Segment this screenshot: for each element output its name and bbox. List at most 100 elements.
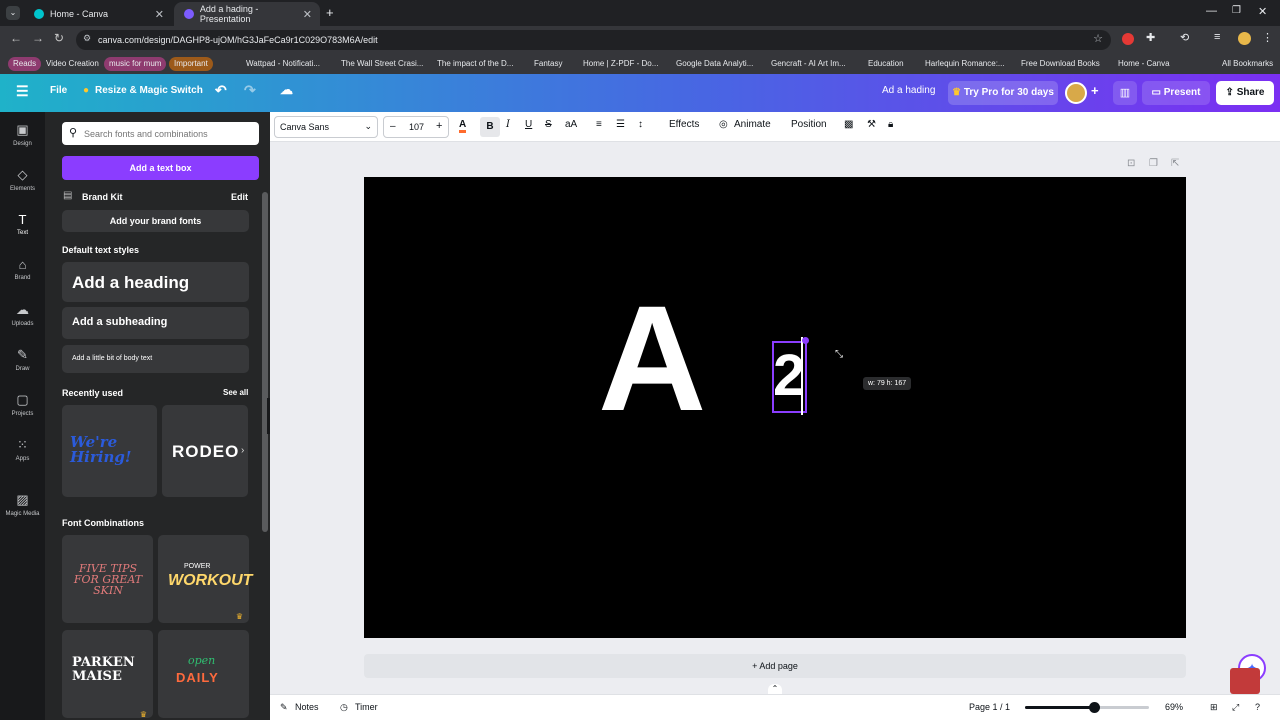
add-text-box-button[interactable]: Add a text box bbox=[62, 156, 259, 180]
browser-tab-presentation[interactable]: Add a hading - Presentation ✕ bbox=[174, 2, 320, 26]
font-size-stepper[interactable]: – 107 + bbox=[383, 116, 449, 138]
menu-icon[interactable]: ☰ bbox=[16, 83, 29, 100]
rail-uploads[interactable]: ☁ Uploads bbox=[0, 302, 45, 327]
redo-icon[interactable]: ↷ bbox=[244, 82, 256, 99]
rail-draw[interactable]: ✎ Draw bbox=[0, 347, 45, 372]
see-all-link[interactable]: See all bbox=[223, 388, 248, 397]
combo-parken[interactable]: PARKEN MAISE ♛ bbox=[62, 630, 153, 719]
zoom-slider-handle[interactable] bbox=[1089, 702, 1101, 713]
strikethrough-icon[interactable]: S bbox=[545, 119, 552, 130]
font-search-input[interactable] bbox=[84, 125, 254, 142]
forward-icon[interactable]: → bbox=[32, 31, 44, 45]
combo-open-daily[interactable]: open DAILY bbox=[158, 630, 249, 718]
font-family-dropdown[interactable]: Canva Sans ⌄ bbox=[274, 116, 378, 138]
rail-projects[interactable]: ▢ Projects bbox=[0, 392, 45, 417]
restore-icon[interactable]: ❐ bbox=[1232, 5, 1241, 16]
close-tab-icon[interactable]: ✕ bbox=[155, 8, 164, 21]
list-icon[interactable]: ☰ bbox=[616, 119, 625, 130]
resize-handle[interactable] bbox=[802, 337, 809, 344]
underline-icon[interactable]: U bbox=[525, 119, 532, 130]
letter-case-icon[interactable]: aA bbox=[565, 119, 577, 130]
insights-icon[interactable]: ▥ bbox=[1113, 81, 1137, 105]
new-tab-icon[interactable]: + bbox=[326, 5, 334, 20]
bookmark-star-icon[interactable]: ☆ bbox=[1093, 32, 1103, 45]
animate-button[interactable]: Animate bbox=[734, 119, 771, 130]
invite-icon[interactable]: + bbox=[1091, 83, 1099, 98]
bookmark-item[interactable]: Reads bbox=[8, 57, 42, 71]
resize-button[interactable]: Resize & Magic Switch bbox=[95, 85, 203, 96]
animate-icon[interactable]: ◎ bbox=[719, 119, 728, 130]
bookmark-item[interactable]: music for mum bbox=[104, 57, 167, 71]
position-button[interactable]: Position bbox=[791, 119, 827, 130]
bookmark-item[interactable]: Education bbox=[868, 57, 904, 71]
show-pages-chevron-icon[interactable]: ⌃ bbox=[768, 684, 782, 694]
bookmark-item[interactable]: Wattpad - Notificati... bbox=[246, 57, 320, 71]
page-lock-icon[interactable]: ⊡ bbox=[1127, 158, 1135, 169]
extensions-icon[interactable]: ✚ bbox=[1146, 31, 1155, 44]
add-body-text-button[interactable]: Add a little bit of body text bbox=[62, 345, 249, 373]
all-bookmarks[interactable]: All Bookmarks bbox=[1222, 57, 1273, 71]
bookmark-item[interactable]: Important bbox=[169, 57, 213, 71]
font-search-box[interactable]: ⚲ bbox=[62, 122, 259, 145]
lock-icon[interactable]: 🔒︎ bbox=[888, 119, 893, 130]
bookmark-item[interactable]: Home - Canva bbox=[1118, 57, 1170, 71]
tab-search-icon[interactable]: ⌄ bbox=[6, 6, 20, 20]
page-add-icon[interactable]: ⇱ bbox=[1171, 158, 1179, 169]
profile-avatar[interactable] bbox=[1238, 32, 1251, 45]
rail-brand[interactable]: ⌂ Brand bbox=[0, 257, 45, 281]
document-title[interactable]: Ad a hading bbox=[882, 85, 935, 96]
recent-font-hiring[interactable]: We're Hiring! bbox=[62, 405, 157, 497]
increase-size-icon[interactable]: + bbox=[436, 120, 442, 132]
undo-icon[interactable]: ↶ bbox=[215, 82, 227, 99]
bookmark-item[interactable]: Harlequin Romance:... bbox=[925, 57, 1005, 71]
notes-button[interactable]: Notes bbox=[295, 702, 319, 712]
rail-apps[interactable]: ⁙ Apps bbox=[0, 437, 45, 462]
paint-format-icon[interactable]: ⚒ bbox=[867, 119, 876, 130]
text-color-icon[interactable]: A bbox=[459, 119, 467, 133]
reload-icon[interactable]: ↻ bbox=[54, 31, 64, 45]
file-menu[interactable]: File bbox=[50, 85, 67, 96]
back-icon[interactable]: ← bbox=[10, 31, 22, 45]
minimize-icon[interactable]: — bbox=[1206, 5, 1217, 17]
fullscreen-icon[interactable]: ⤢ bbox=[1232, 702, 1239, 713]
timer-button[interactable]: Timer bbox=[355, 702, 378, 712]
share-button[interactable]: ⇪ Share bbox=[1216, 81, 1274, 105]
notes-icon[interactable]: ✎ bbox=[280, 702, 288, 713]
bookmark-item[interactable]: Google Data Analyti... bbox=[676, 57, 753, 71]
adblock-icon[interactable] bbox=[1122, 33, 1134, 45]
browser-tab-home[interactable]: Home - Canva ✕ bbox=[24, 2, 172, 26]
bookmark-item[interactable]: The impact of the D... bbox=[437, 57, 513, 71]
zoom-slider[interactable] bbox=[1025, 702, 1149, 713]
bookmark-item[interactable]: The Wall Street Crasi... bbox=[341, 57, 423, 71]
rail-text[interactable]: T Text bbox=[0, 212, 45, 236]
zoom-level[interactable]: 69% bbox=[1165, 702, 1183, 712]
cloud-save-icon[interactable]: ☁ bbox=[280, 82, 293, 98]
effects-button[interactable]: Effects bbox=[669, 119, 699, 130]
bookmark-item[interactable]: Gencraft - AI Art Im... bbox=[771, 57, 846, 71]
add-heading-button[interactable]: Add a heading bbox=[62, 262, 249, 302]
bookmark-item[interactable]: Free Download Books bbox=[1021, 57, 1100, 71]
panel-scrollbar[interactable] bbox=[262, 192, 268, 532]
media-icon[interactable]: ≡ bbox=[1214, 31, 1220, 43]
help-icon[interactable]: ? bbox=[1255, 702, 1260, 712]
rail-elements[interactable]: ◇ Elements bbox=[0, 167, 45, 192]
address-bar[interactable]: ⚙ canva.com/design/DAGHP8-ujOM/hG3JaFeCa… bbox=[76, 30, 1111, 50]
italic-icon[interactable]: I bbox=[506, 119, 510, 130]
combo-workout[interactable]: POWER WORKOUT ♛ bbox=[158, 535, 252, 623]
collaborator-avatar[interactable] bbox=[1065, 82, 1087, 104]
site-info-icon[interactable]: ⚙ bbox=[83, 33, 91, 44]
add-brand-fonts-button[interactable]: Add your brand fonts bbox=[62, 210, 249, 232]
bookmark-item[interactable]: Home | Z-PDF - Do... bbox=[583, 57, 658, 71]
brand-kit-edit-link[interactable]: Edit bbox=[231, 192, 248, 202]
bold-icon[interactable]: B bbox=[480, 117, 500, 137]
rail-design[interactable]: ▣ Design bbox=[0, 122, 45, 147]
spacing-icon[interactable]: ↕ bbox=[638, 119, 643, 130]
timer-icon[interactable]: ◷ bbox=[340, 702, 348, 713]
history-icon[interactable]: ⟲ bbox=[1180, 31, 1189, 44]
bookmark-item[interactable]: Video Creation bbox=[46, 57, 99, 71]
try-pro-button[interactable]: ♛ Try Pro for 30 days bbox=[948, 81, 1058, 105]
grid-view-icon[interactable]: ⊞ bbox=[1210, 702, 1218, 713]
recent-font-rodeo[interactable]: RODEO bbox=[162, 405, 248, 497]
carousel-next-icon[interactable]: › bbox=[241, 445, 244, 456]
design-page[interactable]: A 2 ⤡ w: 79 h: 167 bbox=[364, 177, 1186, 638]
